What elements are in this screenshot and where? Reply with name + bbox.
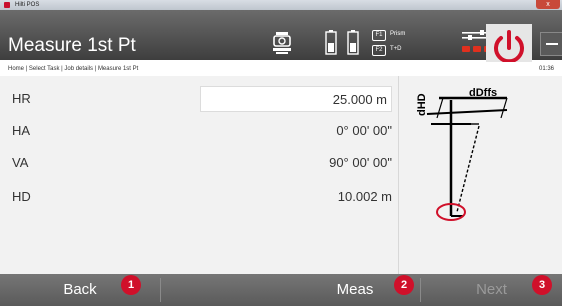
hd-label: HD (12, 189, 31, 204)
window-title-bar: Hilti POS x (0, 0, 562, 10)
footer-bar: Back Meas Next (0, 274, 562, 306)
ha-value: 0° 00' 00" (336, 123, 392, 138)
row-va: VA 90° 00' 00" (0, 148, 398, 178)
hr-input[interactable]: 25.000 m (200, 86, 392, 112)
badge-1: 1 (121, 275, 141, 295)
measurement-diagram: dHD dDffs (416, 87, 508, 221)
instrument-icon[interactable] (268, 28, 296, 58)
row-hr: HR 25.000 m (0, 84, 398, 114)
f2-key[interactable]: F2 (372, 45, 386, 56)
f1-mode-label: Prism (390, 31, 406, 37)
ha-label: HA (12, 123, 31, 138)
page-title: Measure 1st Pt (8, 35, 136, 56)
row-hd: HD 10.002 m (0, 182, 398, 212)
dhd-label: dHD (416, 93, 428, 116)
measurement-panel: HR 25.000 m HA 0° 00' 00" VA 90° 00' 00"… (0, 76, 398, 274)
hd-value: 10.002 m (337, 189, 392, 204)
row-ha: HA 0° 00' 00" (0, 116, 398, 146)
badge-2: 2 (394, 275, 414, 295)
minimize-icon (546, 43, 558, 45)
va-label: VA (12, 155, 29, 170)
app-icon (4, 2, 10, 8)
hilti-pos-window: Hilti POS x Measure 1st Pt F1 Prism F2 T… (0, 0, 562, 306)
hr-value: 25.000 m (332, 92, 387, 107)
f2-mode-label: T+D (390, 46, 402, 52)
minimize-button[interactable] (540, 32, 562, 56)
clock: 01:36 (538, 66, 554, 72)
window-title: Hilti POS (15, 2, 40, 8)
va-value: 90° 00' 00" (329, 155, 392, 170)
measurement-diagram-panel: dHD dDffs (398, 76, 562, 274)
breadcrumb: Home | Select Task | Job details | Measu… (0, 62, 562, 77)
f1-key[interactable]: F1 (372, 30, 386, 41)
breadcrumb-path: Home | Select Task | Job details | Measu… (8, 66, 139, 72)
dffs-label: dDffs (469, 87, 497, 99)
measure-mode-indicator[interactable]: F1 Prism F2 T+D (370, 30, 426, 60)
battery-icon (324, 28, 364, 58)
footer-divider (160, 278, 161, 302)
hr-label: HR (12, 91, 31, 106)
badge-3: 3 (532, 275, 552, 295)
window-close-button[interactable]: x (536, 0, 560, 9)
header-bar: Measure 1st Pt F1 Prism F2 T+D (0, 10, 562, 70)
